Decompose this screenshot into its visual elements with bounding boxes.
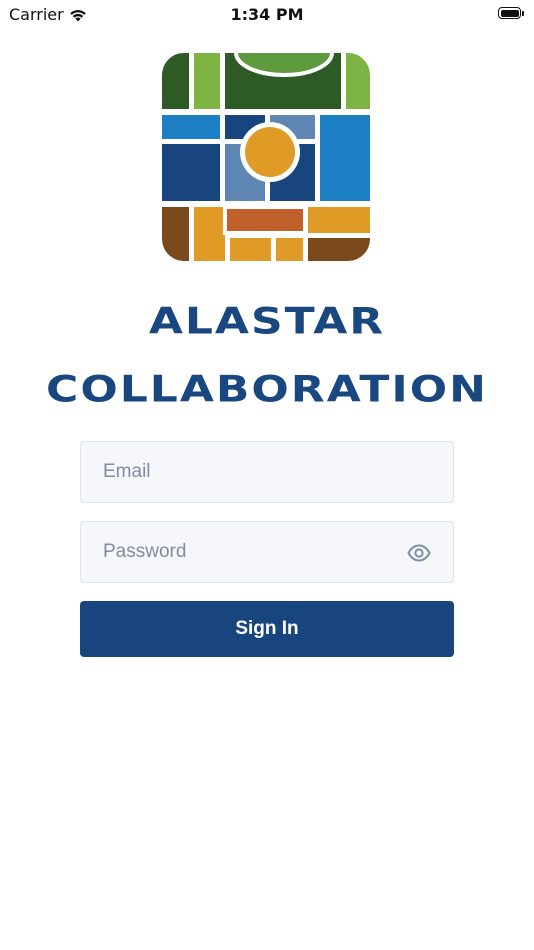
eye-icon[interactable] — [407, 541, 431, 565]
sign-in-button[interactable]: Sign In — [80, 601, 454, 657]
status-bar: Carrier 1:34 PM — [0, 0, 534, 28]
brand-subtitle: COLLABORATION — [46, 368, 488, 411]
email-field[interactable] — [81, 442, 453, 502]
password-field-container — [80, 521, 454, 583]
app-logo — [162, 53, 370, 261]
battery-icon — [498, 6, 525, 20]
clock: 1:34 PM — [230, 5, 304, 24]
email-field-container — [80, 441, 454, 503]
password-field[interactable] — [81, 522, 453, 582]
brand-title: ALASTAR — [148, 300, 386, 343]
